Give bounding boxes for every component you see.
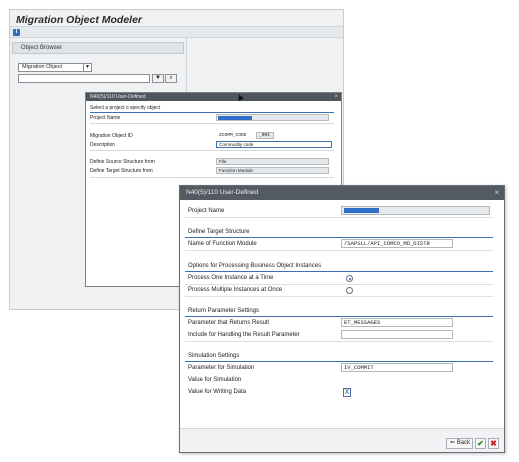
back-icon: ⇐ <box>450 440 457 446</box>
return-parameter-input[interactable]: ET_MESSAGES <box>341 318 453 327</box>
section-title-options: Options for Processing Business Object I… <box>188 263 322 269</box>
info-icon[interactable]: i <box>13 29 20 36</box>
row-divider <box>185 284 493 285</box>
dialog-title: N40(5)/110 User-Defined <box>90 94 146 100</box>
dialog-title-bar: N40(5)/110 User-Defined × <box>180 186 504 200</box>
simulation-parameter-input[interactable]: IV_COMMIT <box>341 363 453 372</box>
option-one-instance-label: Process One Instance at a Time <box>188 275 274 281</box>
function-module-label: Name of Function Module <box>188 241 257 247</box>
project-name-label: Project Name <box>188 208 225 214</box>
dropdown-value: Migration Object <box>22 64 63 70</box>
include-input[interactable] <box>341 330 453 339</box>
option-multiple-instances-label: Process Multiple Instances at Once <box>188 287 283 293</box>
back-button[interactable]: ⇐ Back <box>446 438 473 449</box>
row-divider <box>185 250 493 251</box>
row-divider <box>185 217 493 218</box>
section-divider <box>185 316 493 317</box>
row-divider <box>90 123 334 124</box>
row-divider <box>185 341 493 342</box>
section-divider <box>185 271 493 272</box>
writing-data-checkbox[interactable]: X <box>343 388 351 397</box>
project-name-field[interactable] <box>216 114 329 121</box>
section-divider <box>185 237 493 238</box>
binoculars-icon[interactable]: ⌕ <box>165 74 177 83</box>
description-input[interactable]: Commodity code <box>216 141 332 148</box>
dialog-title: N40(5)/110 User-Defined <box>186 189 259 196</box>
define-source-field[interactable]: File <box>216 158 329 165</box>
object-browser-header: Object Browser <box>12 42 184 54</box>
define-source-label: Define Source Structure from <box>90 159 155 165</box>
page-title: Migration Object Modeler <box>16 14 143 26</box>
simulation-value-label: Value for Simulation <box>188 377 242 383</box>
project-name-value-bar <box>218 116 252 120</box>
function-module-input[interactable]: /SAPSLL/API_COMCO_MD_DISTR <box>341 239 453 248</box>
define-target-field[interactable]: Function Module <box>216 167 329 174</box>
back-button-label: Back <box>456 440 471 446</box>
close-icon[interactable]: × <box>334 93 338 101</box>
object-browser-label: Object Browser <box>21 45 63 51</box>
migration-object-suffix: _001 <box>256 132 274 139</box>
section-title-define-target: Define Target Structure <box>188 229 250 235</box>
project-name-value-bar <box>344 208 379 213</box>
row-divider <box>90 177 334 178</box>
description-label: Description <box>90 142 116 148</box>
section-divider <box>90 112 334 113</box>
option-multiple-instances-radio[interactable] <box>346 287 353 294</box>
writing-data-value-label: Value for Writing Data <box>188 389 247 395</box>
section-title-return: Return Parameter Settings <box>188 308 260 314</box>
row-divider <box>90 150 334 151</box>
close-icon[interactable]: × <box>494 186 499 200</box>
dialog-button-bar: ⇐ Back ✔ ✖ <box>180 428 504 452</box>
section-divider <box>185 361 493 362</box>
dialog-title-bar: N40(5)/110 User-Defined × <box>86 93 341 101</box>
option-one-instance-radio[interactable] <box>346 275 353 282</box>
project-name-field[interactable] <box>341 206 490 215</box>
main-toolbar: i <box>10 26 343 38</box>
section-title-simulation: Simulation Settings <box>188 353 240 359</box>
function-module-settings-dialog: N40(5)/110 User-Defined × Project Name D… <box>179 185 505 453</box>
execute-dropdown-icon[interactable]: ▼ <box>152 74 164 83</box>
row-divider <box>185 296 493 297</box>
chevron-down-icon[interactable]: ▼ <box>83 64 91 71</box>
migration-object-id-field[interactable]: ZCOMM_CODE <box>216 132 254 139</box>
dialog-heading: Select a project o specify object <box>90 105 161 111</box>
project-name-label: Project Name <box>90 115 121 121</box>
migration-object-id-label: Migration Object ID <box>90 133 133 139</box>
cancel-x-icon[interactable]: ✖ <box>488 438 499 449</box>
object-type-dropdown[interactable]: Migration Object ▼ <box>18 63 92 72</box>
define-target-label: Define Target Structure from <box>90 168 153 174</box>
return-parameter-label: Parameter that Returns Result <box>188 320 270 326</box>
confirm-check-icon[interactable]: ✔ <box>475 438 486 449</box>
object-search-input[interactable] <box>18 74 150 83</box>
simulation-parameter-label: Parameter for Simulation <box>188 365 255 371</box>
include-label: Include for Handling the Result Paramete… <box>188 332 300 338</box>
